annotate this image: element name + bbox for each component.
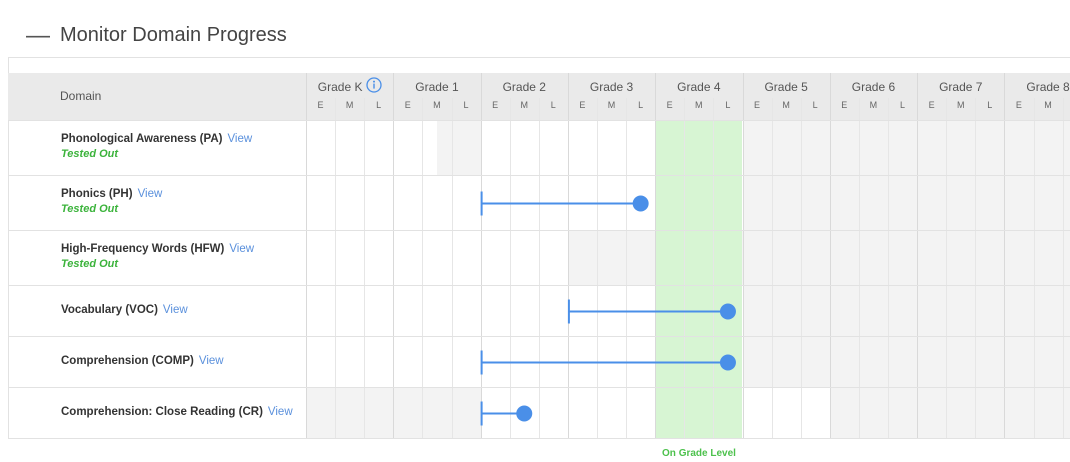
progress-current-marker[interactable] — [719, 303, 736, 320]
progress-current-marker[interactable] — [632, 195, 649, 212]
progress-current-marker[interactable] — [516, 405, 533, 422]
progress-bars — [480, 191, 736, 426]
progress-current-marker[interactable] — [719, 354, 736, 371]
